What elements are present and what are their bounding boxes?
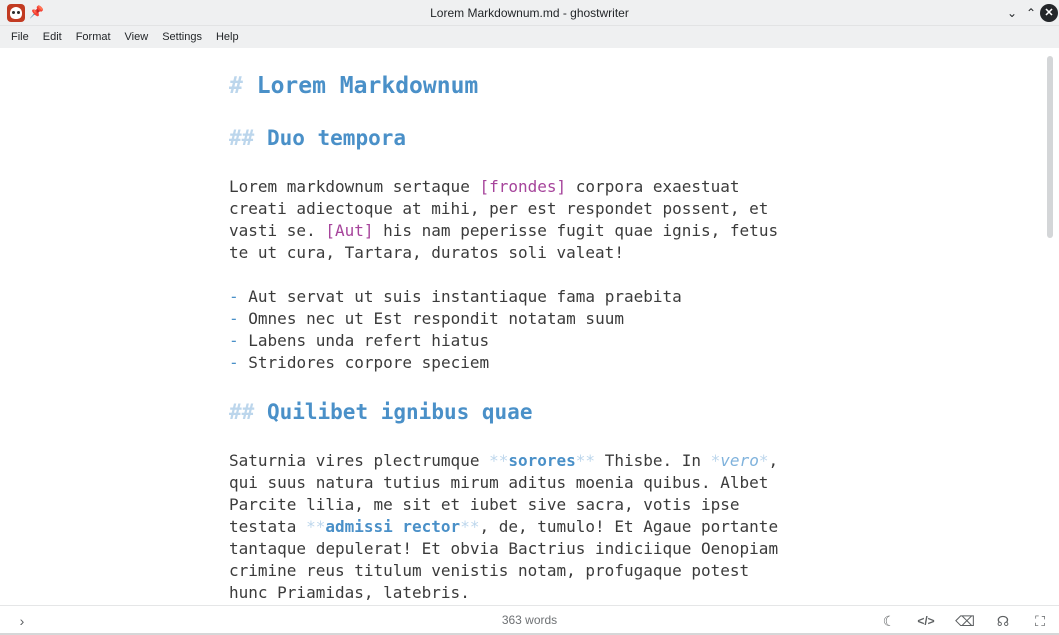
bullet-list: - Aut servat ut suis instantiaque fama p… [229,286,829,374]
heading-marker: ## [229,126,255,150]
minimize-button[interactable]: ⌄ [1003,4,1021,22]
menu-file[interactable]: File [4,26,36,48]
menu-settings[interactable]: Settings [155,26,209,48]
heading-2-duo-tempora: ## Duo tempora [229,122,829,154]
list-item: - Omnes nec ut Est respondit notatam suu… [229,309,624,328]
text-line: testata **admissi rector**, de, tumulo! … [229,517,779,536]
menu-format[interactable]: Format [69,26,118,48]
heading-marker: # [229,73,243,99]
text-line: crimine reus titulum venistis notam, pro… [229,561,750,580]
title-bar: 📌 Lorem Markdownum.md - ghostwriter ⌄ ⌃ … [0,0,1059,26]
menu-bar: File Edit Format View Settings Help [0,26,1059,48]
list-item: - Stridores corpore speciem [229,353,490,372]
list-item: - Labens unda refert hiatus [229,331,490,350]
heading-text: Lorem Markdownum [256,73,479,99]
ghostwriter-icon[interactable] [7,4,25,22]
text-line: tantaque depulerat! Et obvia Bactrius in… [229,539,779,558]
editor-area[interactable]: # Lorem Markdownum ## Duo tempora Lorem … [0,48,1059,605]
text-line: te ut cura, Tartara, duratos soli valeat… [229,243,624,262]
text-line: Parcite lilia, me sit et iubet sive sacr… [229,495,740,514]
heading-marker: ## [229,400,255,424]
menu-view[interactable]: View [118,26,156,48]
italic-text: vero [720,451,759,470]
moon-icon[interactable]: ☾ [879,612,899,630]
heading-1: # Lorem Markdownum [229,70,829,102]
text-line: hunc Priamidas, latebris. [229,583,470,602]
reference-link[interactable]: [Aut] [325,221,373,240]
headphones-icon[interactable]: ☊ [993,612,1013,630]
close-button[interactable]: ✕ [1040,4,1058,22]
pin-icon[interactable]: 📌 [29,5,44,19]
list-item: - Aut servat ut suis instantiaque fama p… [229,287,682,306]
heading-text: Quilibet ignibus quae [266,400,533,424]
text-line: qui suus natura tutius mirum aditus moen… [229,473,769,492]
vertical-scrollbar[interactable] [1047,56,1053,238]
text-line: vasti se. [Aut] his nam peperisse fugit … [229,221,779,240]
paragraph-2: Saturnia vires plectrumque **sorores** T… [229,450,829,604]
backspace-icon[interactable]: ⌫ [955,612,975,630]
text-line: Saturnia vires plectrumque **sorores** T… [229,451,779,470]
status-bar: 363 words › ☾ </> ⌫ ☊ ⛶ [0,605,1059,635]
bold-text: sorores [508,451,576,470]
heading-2-quilibet: ## Quilibet ignibus quae [229,396,829,428]
bold-text: admissi rector [325,517,461,536]
fullscreen-icon[interactable]: ⛶ [1030,612,1050,630]
heading-text: Duo tempora [266,126,407,150]
text-line: creati adiectoque at mihi, per est respo… [229,199,769,218]
code-icon[interactable]: </> [916,612,936,630]
reference-link[interactable]: [frondes] [479,177,566,196]
menu-edit[interactable]: Edit [36,26,69,48]
sidebar-toggle-icon[interactable]: › [12,612,32,630]
paragraph-1: Lorem markdownum sertaque [frondes] corp… [229,176,829,264]
word-count: 363 words [501,613,558,627]
markdown-document[interactable]: # Lorem Markdownum ## Duo tempora Lorem … [229,70,829,604]
maximize-button[interactable]: ⌃ [1022,4,1040,22]
menu-help[interactable]: Help [209,26,246,48]
text-line: Lorem markdownum sertaque [frondes] corp… [229,177,740,196]
window-title: Lorem Markdownum.md - ghostwriter [430,6,629,20]
